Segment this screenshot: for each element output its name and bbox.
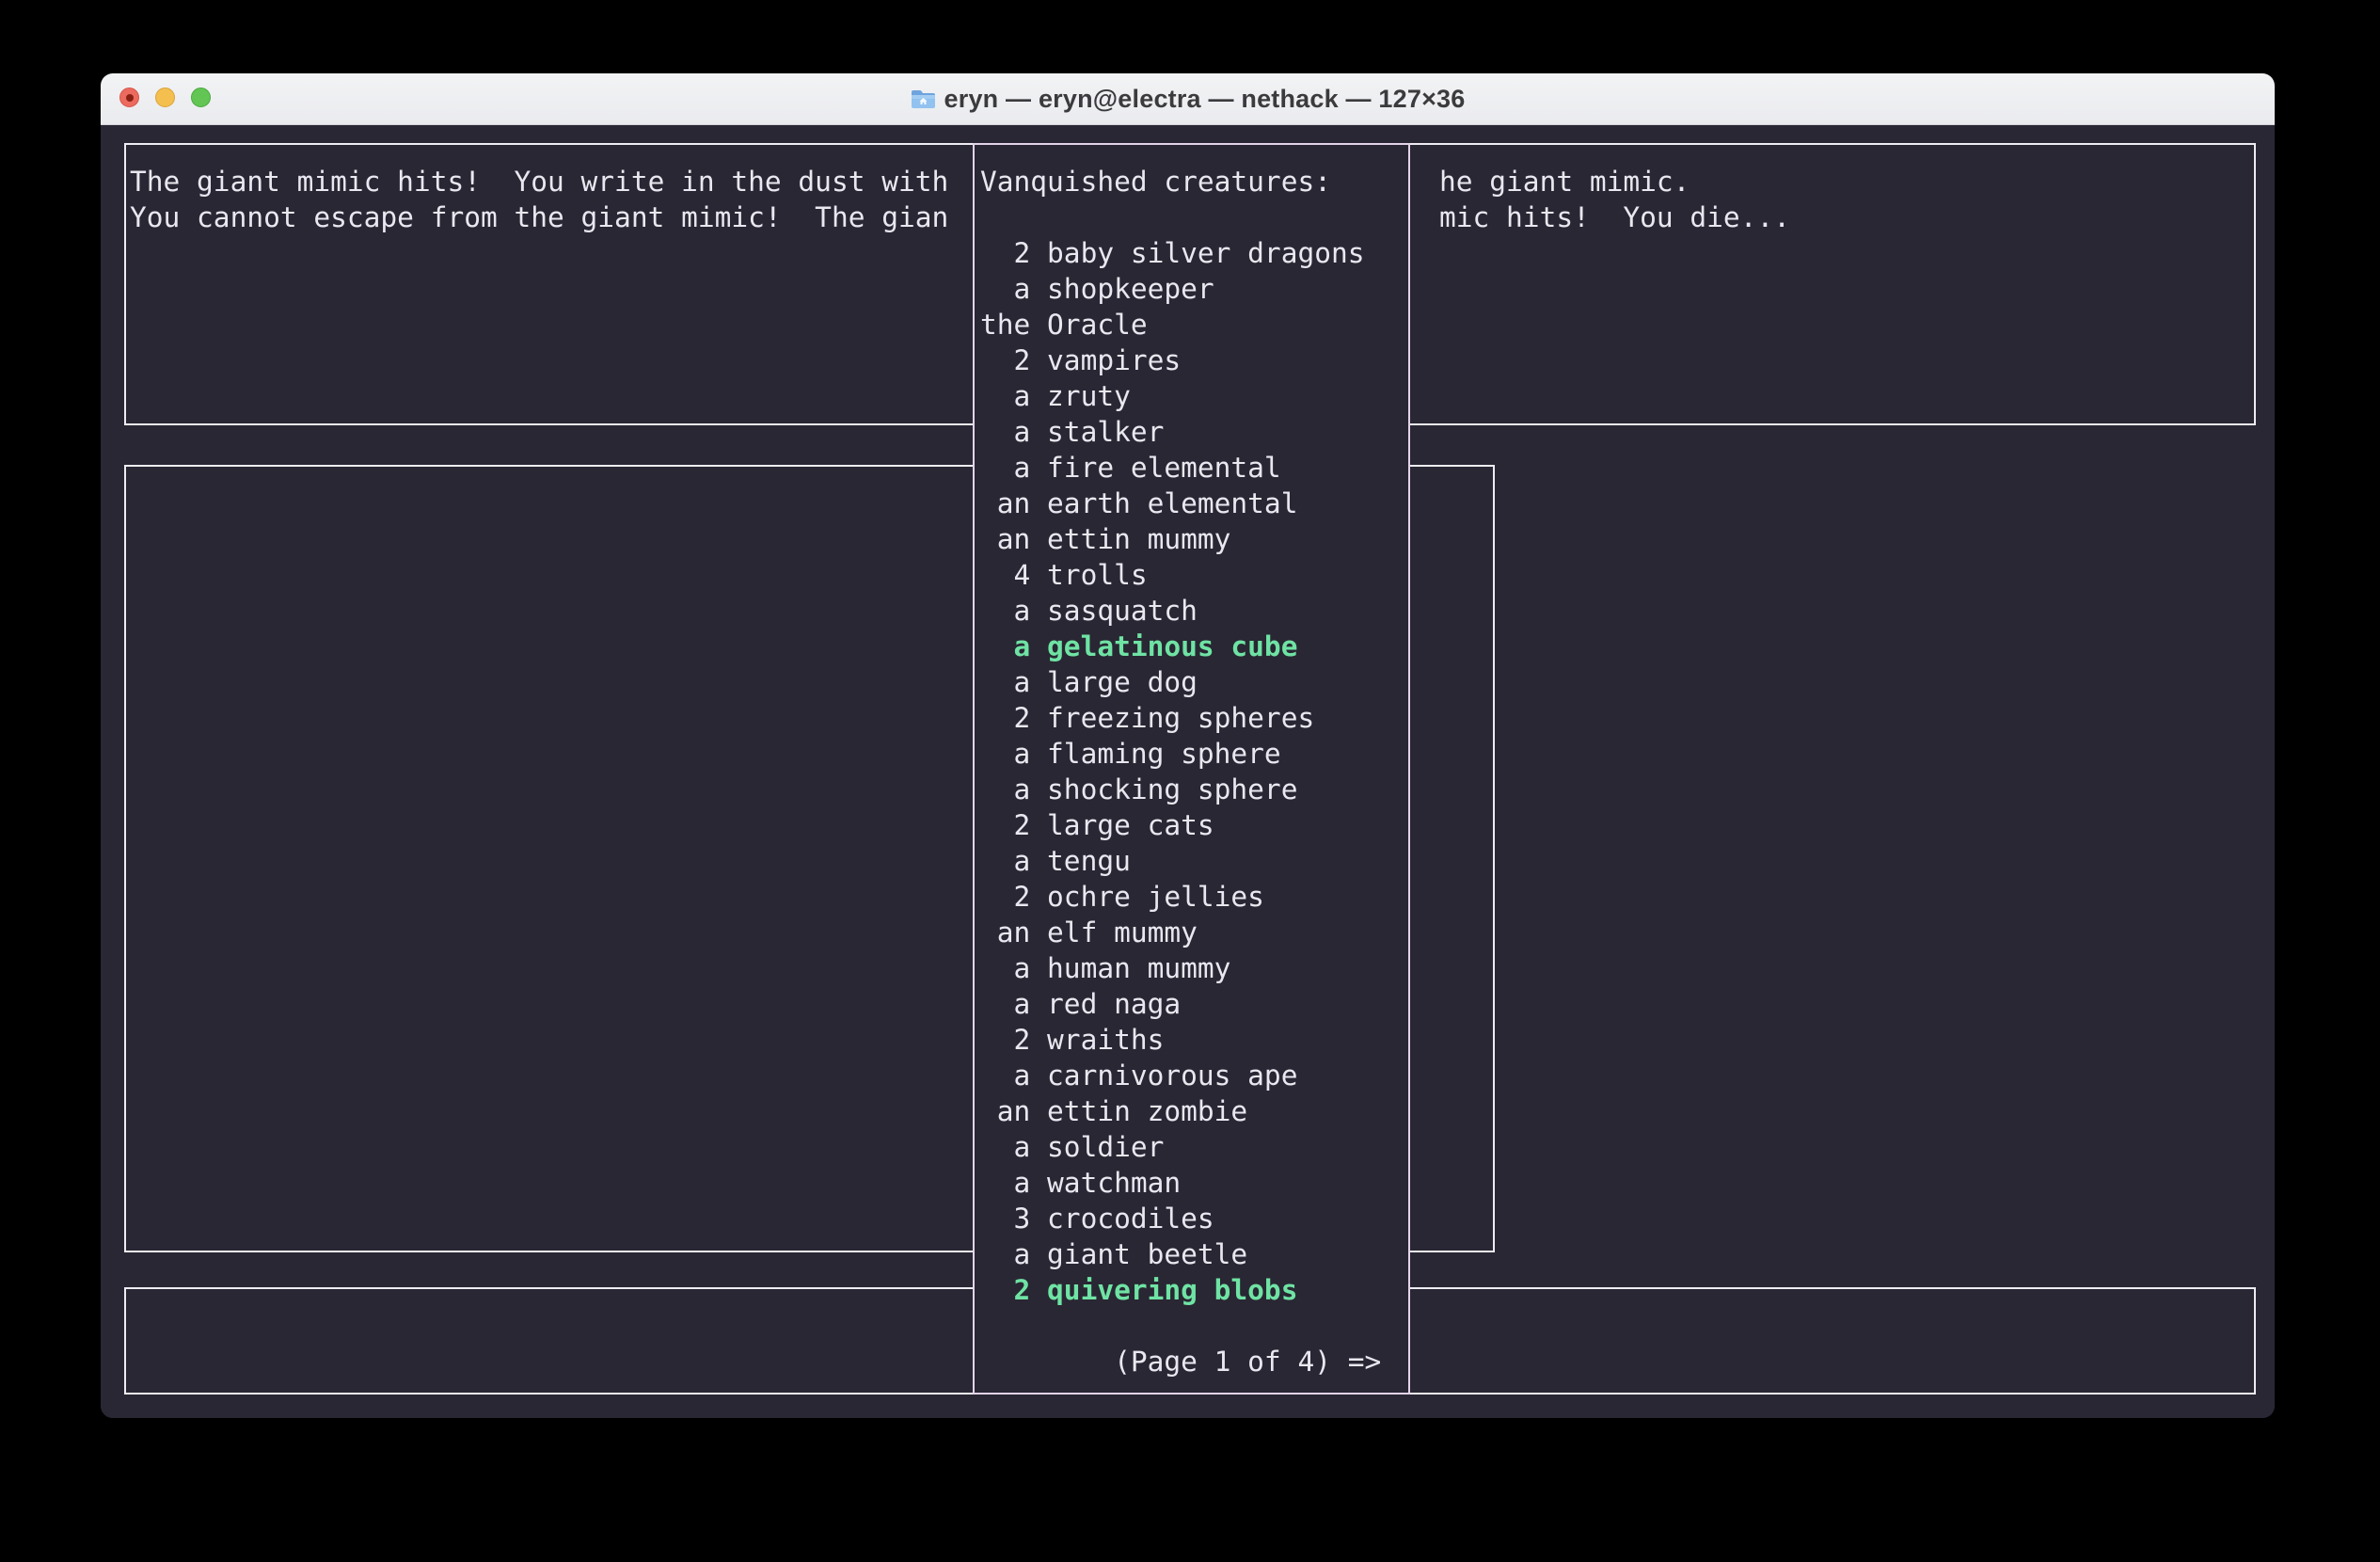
menu-entry: a shocking sphere bbox=[980, 773, 1297, 805]
menu-entry: a human mummy bbox=[980, 952, 1230, 984]
menu-entry: 4 trolls bbox=[980, 559, 1148, 591]
minimize-button[interactable] bbox=[155, 88, 175, 107]
menu-entry: an ettin zombie bbox=[980, 1095, 1247, 1127]
menu-entry: 2 baby silver dragons bbox=[980, 237, 1365, 269]
message-line: You cannot escape from the giant mimic! … bbox=[130, 199, 948, 235]
menu-entry: a watchman bbox=[980, 1167, 1181, 1199]
close-button[interactable] bbox=[119, 88, 139, 107]
menu-entry: 2 wraiths bbox=[980, 1024, 1164, 1056]
menu-entry: a carnivorous ape bbox=[980, 1060, 1297, 1092]
menu-entry: a large dog bbox=[980, 666, 1198, 698]
title-group: eryn — eryn@electra — nethack — 127×36 bbox=[911, 85, 1466, 114]
traffic-lights bbox=[119, 88, 211, 107]
menu-entry: a zruty bbox=[980, 380, 1131, 412]
menu-entry: a gelatinous cube bbox=[980, 630, 1297, 662]
modified-dot-icon bbox=[126, 94, 134, 102]
menu-entry: a fire elemental bbox=[980, 452, 1281, 484]
menu-entry: 2 ochre jellies bbox=[980, 881, 1264, 913]
zoom-button[interactable] bbox=[191, 88, 211, 107]
terminal-window: eryn — eryn@electra — nethack — 127×36 T… bbox=[101, 73, 2275, 1418]
menu-entry: an ettin mummy bbox=[980, 523, 1230, 555]
menu-entry: 3 crocodiles bbox=[980, 1203, 1214, 1235]
menu-entry: 2 large cats bbox=[980, 809, 1214, 841]
message-line: The giant mimic hits! You write in the d… bbox=[130, 164, 948, 199]
menu-entry: a giant beetle bbox=[980, 1238, 1247, 1270]
menu-lines: Vanquished creatures: 2 baby silver drag… bbox=[980, 164, 1381, 1379]
menu-entry: a tengu bbox=[980, 845, 1131, 877]
menu-entry: a red naga bbox=[980, 988, 1181, 1020]
vanquished-creatures-menu: Vanquished creatures: 2 baby silver drag… bbox=[973, 143, 1410, 1395]
menu-entry: an elf mummy bbox=[980, 916, 1198, 948]
menu-entry: a stalker bbox=[980, 416, 1164, 448]
menu-entry: a soldier bbox=[980, 1131, 1164, 1163]
message-line: he giant mimic. bbox=[1439, 164, 1690, 199]
terminal-screen[interactable]: The giant mimic hits! You write in the d… bbox=[101, 125, 2275, 1418]
menu-entry: a sasquatch bbox=[980, 595, 1198, 627]
window-title: eryn — eryn@electra — nethack — 127×36 bbox=[944, 85, 1466, 114]
menu-entry: a shopkeeper bbox=[980, 273, 1214, 305]
window-titlebar[interactable]: eryn — eryn@electra — nethack — 127×36 bbox=[101, 73, 2275, 125]
menu-entry: a flaming sphere bbox=[980, 738, 1281, 770]
menu-entry: 2 freezing spheres bbox=[980, 702, 1314, 734]
menu-entry: 2 quivering blobs bbox=[980, 1274, 1297, 1306]
menu-entry: an earth elemental bbox=[980, 487, 1297, 519]
message-line: mic hits! You die... bbox=[1439, 199, 1790, 235]
folder-icon[interactable] bbox=[911, 88, 936, 110]
menu-entry: 2 vampires bbox=[980, 344, 1181, 376]
menu-entry: the Oracle bbox=[980, 309, 1148, 341]
